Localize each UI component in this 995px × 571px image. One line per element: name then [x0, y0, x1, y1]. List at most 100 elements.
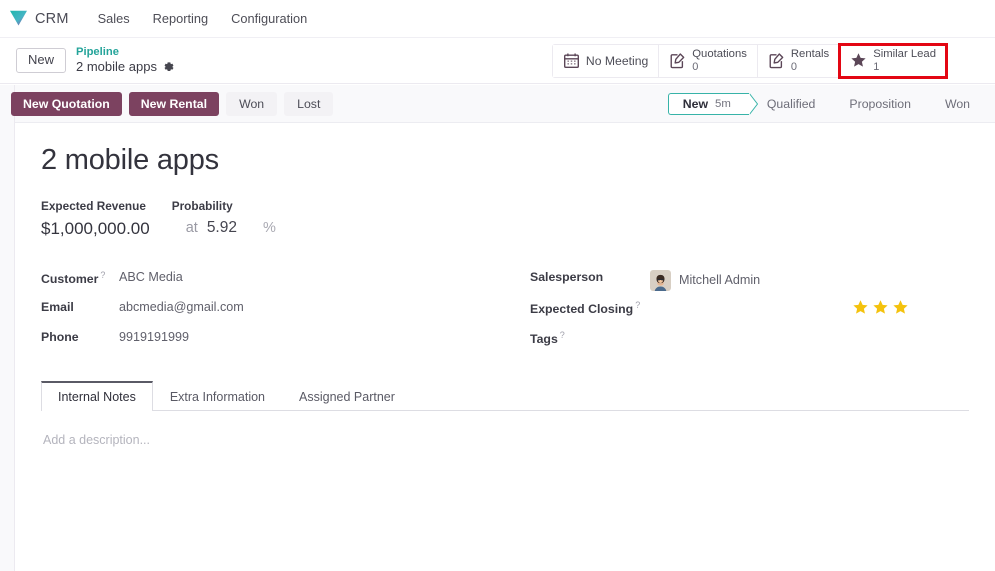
help-icon[interactable]: ? — [100, 270, 105, 280]
help-icon[interactable]: ? — [635, 300, 640, 310]
label-customer-text: Customer — [41, 272, 98, 286]
star-icon — [850, 52, 867, 69]
priority-stars — [852, 299, 909, 316]
star-icon[interactable] — [892, 299, 909, 316]
sheet-background: New Quotation New Rental Won Lost New 5m… — [0, 85, 995, 571]
document-edit-icon — [768, 52, 785, 69]
menu-item-reporting[interactable]: Reporting — [142, 7, 220, 30]
at-label: at — [186, 220, 198, 236]
page-title[interactable]: 2 mobile apps — [41, 145, 969, 177]
stat-label-similar-lead: Similar Lead — [873, 48, 936, 61]
control-panel-left: New Pipeline 2 mobile apps — [16, 46, 175, 75]
star-icon[interactable] — [852, 299, 869, 316]
label-phone: Phone — [41, 329, 119, 344]
new-record-button[interactable]: New — [16, 48, 66, 73]
expected-revenue-label: Expected Revenue — [41, 199, 150, 213]
menu-item-sales[interactable]: Sales — [87, 7, 141, 30]
field-row-email: Email abcmedia@gmail.com — [41, 295, 505, 325]
revenue-block: Expected Revenue $1,000,000.00 Probabili… — [41, 199, 969, 239]
field-row-customer: Customer? ABC Media — [41, 265, 505, 295]
label-expected-closing-text: Expected Closing — [530, 302, 633, 316]
mark-lost-button[interactable]: Lost — [284, 92, 333, 116]
stat-button-quotations[interactable]: Quotations 0 — [659, 45, 758, 77]
value-email[interactable]: abcmedia@gmail.com — [119, 299, 505, 314]
breadcrumb-current: 2 mobile apps — [76, 59, 157, 74]
stat-button-rentals[interactable]: Rentals 0 — [758, 45, 840, 77]
stage-new[interactable]: New 5m — [668, 93, 749, 115]
stat-label-rentals: Rentals — [791, 48, 829, 61]
stat-text-rentals: Rentals 0 — [791, 48, 829, 73]
fields-left-column: Customer? ABC Media Email abcmedia@gmail… — [41, 265, 505, 355]
action-button-bar: New Quotation New Rental Won Lost New 5m… — [15, 85, 995, 123]
stat-value-quotations: 0 — [692, 61, 747, 73]
action-buttons: New Quotation New Rental Won Lost — [11, 92, 333, 116]
document-edit-icon — [669, 52, 686, 69]
stat-label-quotations: Quotations — [692, 48, 747, 61]
avatar — [650, 270, 671, 291]
fields-right-column: Salesperson — [505, 265, 969, 355]
breadcrumb: Pipeline 2 mobile apps — [76, 46, 175, 75]
value-phone[interactable]: 9919191999 — [119, 329, 505, 344]
notebook: Internal Notes Extra Information Assigne… — [41, 381, 969, 469]
star-icon[interactable] — [872, 299, 889, 316]
value-salesperson[interactable]: Mitchell Admin — [650, 269, 969, 291]
stat-value-similar-lead: 1 — [873, 61, 936, 73]
notebook-content: Add a description... — [41, 411, 969, 469]
description-input[interactable]: Add a description... — [43, 433, 967, 447]
expected-revenue-value[interactable]: $1,000,000.00 — [41, 219, 150, 239]
control-panel: New Pipeline 2 mobile apps — [0, 38, 995, 84]
probability-value-row: at 5.92 % — [172, 219, 276, 237]
tab-assigned-partner[interactable]: Assigned Partner — [282, 381, 412, 411]
stat-button-group: No Meeting Quotations 0 R — [552, 44, 947, 78]
value-expected-closing[interactable] — [650, 299, 852, 315]
label-email: Email — [41, 299, 119, 314]
stage-proposition[interactable]: Proposition — [831, 93, 927, 115]
top-navbar: CRM Sales Reporting Configuration — [0, 0, 995, 38]
pipeline-statusbar: New 5m Qualified Proposition Won — [668, 93, 986, 115]
field-row-expected-closing: Expected Closing? — [530, 295, 969, 325]
tab-extra-information[interactable]: Extra Information — [153, 381, 282, 411]
salesperson-name: Mitchell Admin — [679, 273, 760, 287]
menu-item-configuration[interactable]: Configuration — [220, 7, 318, 30]
field-row-tags: Tags? — [530, 325, 969, 355]
stat-text-similar-lead: Similar Lead 1 — [873, 48, 936, 73]
stage-won[interactable]: Won — [927, 93, 986, 115]
navbar-menu: Sales Reporting Configuration — [87, 7, 319, 30]
stat-button-similar-lead[interactable]: Similar Lead 1 — [840, 45, 946, 77]
stage-label-new: New — [683, 97, 708, 111]
field-row-phone: Phone 9919191999 — [41, 325, 505, 355]
stage-qualified[interactable]: Qualified — [749, 93, 832, 115]
fields-area: Customer? ABC Media Email abcmedia@gmail… — [41, 265, 969, 355]
label-customer: Customer? — [41, 269, 119, 286]
tab-internal-notes[interactable]: Internal Notes — [41, 381, 153, 411]
value-tags[interactable] — [650, 329, 969, 345]
help-icon[interactable]: ? — [560, 330, 565, 340]
mark-won-button[interactable]: Won — [226, 92, 277, 116]
form-body: 2 mobile apps Expected Revenue $1,000,00… — [15, 123, 995, 469]
probability-group: Probability at 5.92 % — [172, 199, 276, 239]
expected-revenue-group: Expected Revenue $1,000,000.00 — [41, 199, 150, 239]
calendar-icon — [563, 52, 580, 69]
probability-value[interactable]: 5.92 — [207, 219, 237, 237]
breadcrumb-current-row: 2 mobile apps — [76, 59, 175, 74]
new-rental-button[interactable]: New Rental — [129, 92, 219, 116]
label-tags-text: Tags — [530, 332, 558, 346]
value-customer[interactable]: ABC Media — [119, 269, 505, 284]
brand-name: CRM — [35, 11, 69, 27]
label-tags: Tags? — [530, 329, 650, 346]
odoo-crm-logo-icon — [9, 10, 28, 27]
field-row-salesperson: Salesperson — [530, 265, 969, 295]
stat-button-meeting[interactable]: No Meeting — [553, 45, 659, 77]
record-sheet: New Quotation New Rental Won Lost New 5m… — [14, 85, 995, 571]
gear-icon[interactable] — [163, 61, 175, 73]
stat-text-quotations: Quotations 0 — [692, 48, 747, 73]
notebook-tabs: Internal Notes Extra Information Assigne… — [41, 381, 969, 411]
stat-label-meeting: No Meeting — [586, 54, 648, 68]
stat-value-rentals: 0 — [791, 61, 829, 73]
breadcrumb-parent-pipeline[interactable]: Pipeline — [76, 46, 175, 59]
app-brand[interactable]: CRM — [9, 10, 87, 27]
probability-label: Probability — [172, 199, 276, 213]
new-quotation-button[interactable]: New Quotation — [11, 92, 122, 116]
label-salesperson: Salesperson — [530, 269, 650, 284]
stage-duration-new: 5m — [715, 98, 731, 110]
